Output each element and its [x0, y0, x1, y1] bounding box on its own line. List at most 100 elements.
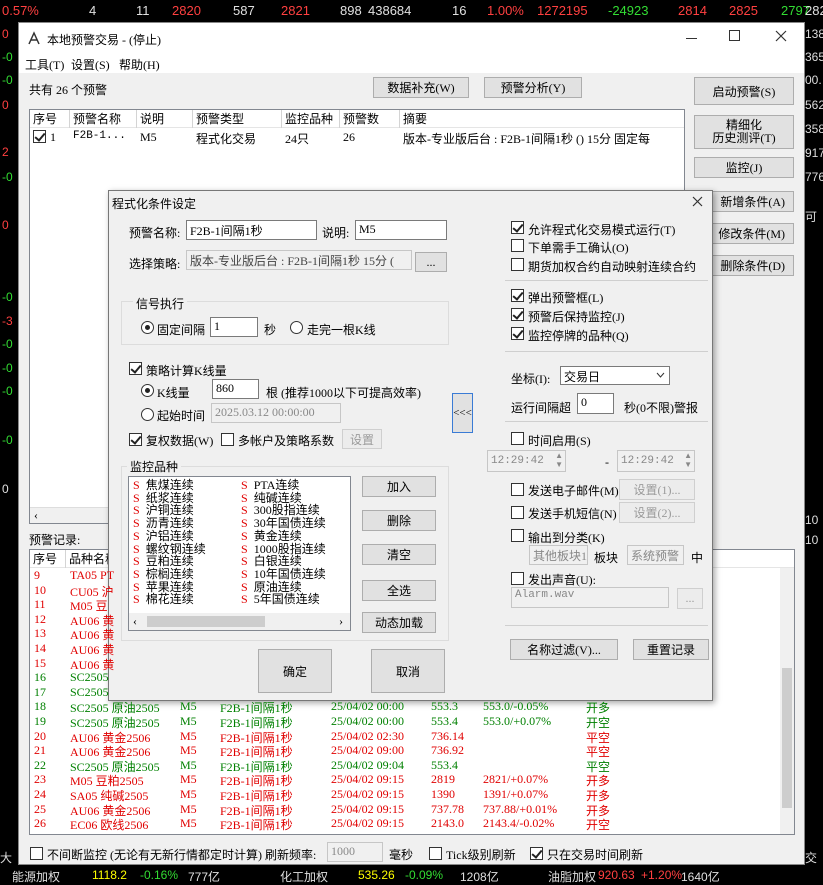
variety-item[interactable]: S 白银连续	[241, 555, 302, 567]
col-header[interactable]: 摘要	[400, 110, 684, 128]
continuous-monitor-checkbox[interactable]	[30, 847, 43, 860]
desc-input[interactable]: M5	[355, 220, 447, 240]
menu-tools[interactable]: 工具(T)	[25, 56, 64, 73]
sms-checkbox[interactable]	[511, 506, 524, 519]
other-board-field[interactable]: 其他板块1	[529, 545, 588, 565]
table-row[interactable]: 1 F2B-1... M5 程式化交易 24只 26 版本-专业版后台 : F2…	[30, 129, 684, 146]
fine-history-test-button[interactable]: 精细化 历史测评(T)	[694, 115, 794, 149]
variety-item[interactable]: S 豆粕连续	[133, 555, 194, 567]
minimize-button[interactable]	[684, 29, 700, 45]
time-from-input[interactable]: 12:29:42 ▲ ▼	[487, 450, 566, 472]
system-alert-field[interactable]: 系统预警	[627, 545, 684, 565]
row-checkbox[interactable]	[33, 130, 46, 143]
col-header[interactable]: 说明	[137, 110, 193, 128]
scroll-left-icon[interactable]: ‹	[34, 508, 38, 523]
record-row[interactable]: 18 SC2505 原油2505 M5 F2B-1间隔1秒 25/04/02 00:00…	[30, 699, 790, 715]
col-header[interactable]: 预警数	[340, 110, 400, 128]
start-time-input[interactable]: 2025.03.12 00:00:00	[211, 403, 341, 423]
spin-icon[interactable]: ▲ ▼	[555, 451, 563, 469]
record-row[interactable]: 15 AU06 黄	[30, 656, 790, 672]
close-icon[interactable]	[692, 196, 703, 207]
kline-qty-input[interactable]: 860	[212, 379, 259, 399]
coord-select[interactable]: 交易日	[560, 366, 670, 385]
rights-data-checkbox[interactable]	[129, 433, 142, 446]
record-row[interactable]: 12 AU06 黄	[30, 612, 790, 628]
record-row[interactable]: 17 SC2505	[30, 685, 790, 700]
monitor-button[interactable]: 监控(J)	[694, 157, 794, 178]
mid-label: 中	[691, 551, 704, 565]
menu-help[interactable]: 帮助(H)	[119, 56, 160, 73]
variety-item[interactable]: S 300股指连续	[241, 504, 320, 516]
record-row[interactable]: 24 SA05 纯碱2505 M5 F2B-1间隔1秒 25/04/02 09:15 13…	[30, 787, 790, 803]
record-row[interactable]: 19 SC2505 原油2505 M5 F2B-1间隔1秒 25/04/02 00:00…	[30, 714, 790, 730]
record-row[interactable]: 11 M05 豆	[30, 597, 790, 613]
time-to-input[interactable]: 12:29:42 ▲ ▼	[617, 450, 695, 472]
record-row[interactable]: 21 AU06 黄金2506 M5 F2B-1间隔1秒 25/04/02 09:00 73…	[30, 743, 790, 759]
allow-prog-checkbox[interactable]	[511, 221, 524, 234]
kline-qty-radio[interactable]	[141, 384, 154, 397]
run-interval-input[interactable]: 0	[577, 393, 614, 414]
delete-variety-button[interactable]: 删除	[362, 510, 436, 531]
record-row[interactable]: 10 CU05 沪	[30, 583, 790, 599]
sms-settings-button[interactable]: 设置(2)...	[619, 502, 695, 523]
record-row[interactable]: 23 M05 豆粕2505 M5 F2B-1间隔1秒 25/04/02 09:15 281…	[30, 772, 790, 788]
variety-item[interactable]: S 沥青连续	[133, 517, 194, 529]
alert-analysis-button[interactable]: 预警分析(Y)	[484, 77, 582, 98]
tick-refresh-checkbox[interactable]	[429, 847, 442, 860]
email-settings-button[interactable]: 设置(1)...	[619, 479, 695, 500]
variety-item[interactable]: S 焦煤连续	[133, 479, 194, 491]
close-icon[interactable]	[775, 30, 787, 42]
output-category-checkbox[interactable]	[511, 529, 524, 542]
email-checkbox[interactable]	[511, 483, 524, 496]
record-row[interactable]: 14 AU06 黄	[30, 641, 790, 657]
record-row[interactable]: 22 SC2505 原油2505 M5 F2B-1间隔1秒 25/04/02 09:04…	[30, 758, 790, 774]
col-header[interactable]: 序号	[30, 110, 70, 128]
strategy-field[interactable]: 版本-专业版后台 : F2B-1间隔1秒 15分 (	[186, 250, 412, 270]
monitor-suspended-checkbox[interactable]	[511, 327, 524, 340]
app-icon	[28, 31, 40, 45]
variety-item[interactable]: S 螺纹钢连续	[133, 543, 206, 555]
variety-item[interactable]: S 沪铜连续	[133, 504, 194, 516]
manual-confirm-checkbox[interactable]	[511, 239, 524, 252]
kline-calc-checkbox[interactable]	[129, 362, 142, 375]
col-header[interactable]: 监控品种	[282, 110, 340, 128]
col-header[interactable]: 预警类型	[193, 110, 282, 128]
variety-item[interactable]: S 纯碱连续	[241, 492, 302, 504]
strategy-browse-button[interactable]: ...	[415, 252, 447, 272]
multi-account-settings-button[interactable]: 设置	[342, 429, 382, 449]
record-row[interactable]: 9 TA05 PT	[30, 568, 790, 583]
spin-icon[interactable]: ▲ ▼	[684, 451, 692, 469]
futures-map-checkbox[interactable]	[511, 258, 524, 271]
popup-checkbox[interactable]	[511, 289, 524, 302]
start-alert-button[interactable]: 启动预警(S)	[694, 77, 794, 105]
col-header[interactable]: 预警名称	[70, 110, 137, 128]
variety-item[interactable]: S 1000股指连续	[241, 543, 326, 555]
maximize-button[interactable]	[729, 30, 740, 41]
clear-varieties-button[interactable]: 清空	[362, 544, 436, 565]
refresh-frequency-input[interactable]: 1000	[327, 842, 383, 862]
fixed-interval-radio[interactable]	[141, 321, 154, 334]
data-fill-button[interactable]: 数据补充(W)	[373, 77, 469, 98]
record-row[interactable]: 20 AU06 黄金2506 M5 F2B-1间隔1秒 25/04/02 02:30 73…	[30, 729, 790, 745]
trade-time-refresh-checkbox[interactable]	[530, 847, 543, 860]
collapse-button[interactable]: <<<	[452, 393, 473, 433]
menu-settings[interactable]: 设置(S)	[71, 56, 110, 73]
record-row[interactable]: 16 SC2505	[30, 670, 790, 685]
variety-item[interactable]: S 30年国债连续	[241, 517, 326, 529]
record-row[interactable]: 26 EC06 欧线2506 M5 F2B-1间隔1秒 25/04/02 09:15 21…	[30, 816, 790, 832]
start-time-radio[interactable]	[141, 408, 154, 421]
variety-item[interactable]: S 黄金连续	[241, 530, 302, 542]
record-row[interactable]: 25 AU06 黄金2506 M5 F2B-1间隔1秒 25/04/02 09:15 73…	[30, 802, 790, 818]
walk-kline-radio[interactable]	[290, 321, 303, 334]
keep-monitor-checkbox[interactable]	[511, 308, 524, 321]
record-row[interactable]: 13 AU06 黄	[30, 626, 790, 642]
time-enable-checkbox[interactable]	[511, 432, 524, 445]
variety-item[interactable]: S PTA连续	[241, 479, 299, 491]
add-variety-button[interactable]: 加入	[362, 476, 436, 497]
variety-item[interactable]: S 沪铝连续	[133, 530, 194, 542]
interval-input[interactable]: 1	[210, 317, 258, 337]
multi-account-checkbox[interactable]	[221, 433, 234, 446]
alert-name-input[interactable]: F2B-1间隔1秒	[186, 220, 317, 240]
col-header[interactable]: 序号	[30, 550, 66, 568]
variety-item[interactable]: S 纸浆连续	[133, 492, 194, 504]
